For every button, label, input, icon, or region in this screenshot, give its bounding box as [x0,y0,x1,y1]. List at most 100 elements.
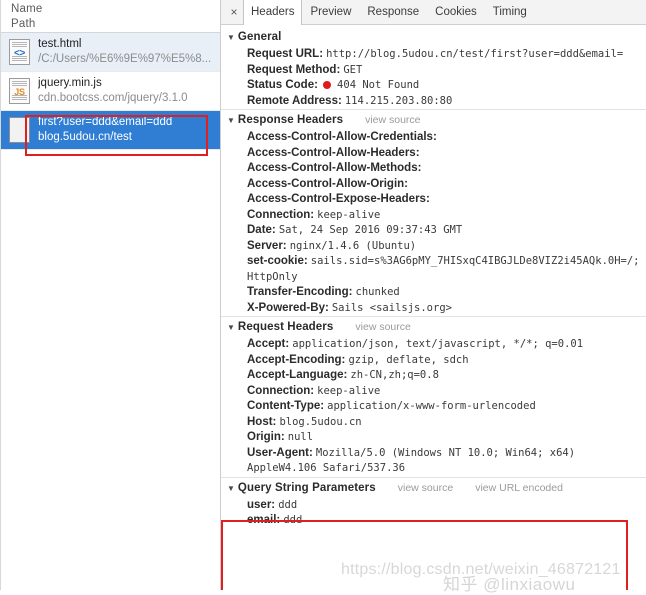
header-value: application/json, text/javascript, */*; … [292,338,584,350]
header-value: zh-CN,zh;q=0.8 [350,369,439,381]
column-header-path: Path [11,18,36,30]
request-path: blog.5udou.cn/test [38,131,132,143]
header-row: Content-Type: application/x-www-form-url… [221,399,646,415]
js-file-icon: JS [9,78,30,104]
header-key: Status Code: [247,79,318,91]
tab-response[interactable]: Response [359,0,427,24]
header-row: Host: blog.5udou.cn [221,415,646,431]
header-key: Host: [247,415,277,428]
header-key: Access-Control-Allow-Credentials: [247,131,437,143]
section-header-query-string-parameters[interactable]: ▼ Query String Parameters view source vi… [221,476,646,498]
html-file-icon: <> [9,39,30,65]
header-row: Origin: null [221,430,646,446]
detail-tabstrip: × Headers Preview Response Cookies Timin… [221,0,646,25]
header-row: Access-Control-Allow-Origin: [221,177,646,193]
query-param-value: ddd [283,514,303,526]
headers-content: ▼ General Request URL: http://blog.5udou… [221,25,646,529]
header-key: Server: [247,239,287,252]
annotation-box-query-string-parameters [221,520,628,590]
request-name: first?user=ddd&email=ddd [38,116,173,128]
section-title: Response Headers [237,114,344,126]
header-row: Access-Control-Allow-Credentials: [221,130,646,146]
header-key: X-Powered-By: [247,301,329,314]
header-value: keep-alive [317,384,381,397]
request-row-first-selected[interactable]: first?user=ddd&email=ddd blog.5udou.cn/t… [1,111,220,150]
request-name: test.html [38,38,82,50]
header-key: Transfer-Encoding: [247,286,353,298]
query-param-value: ddd [278,498,298,511]
header-row: Request Method: GET [221,63,646,79]
header-row: Transfer-Encoding: chunked [221,285,646,301]
header-key: Accept-Language: [247,369,348,381]
header-value: 404 Not Found [337,79,420,91]
section-header-response-headers[interactable]: ▼ Response Headers view source [221,109,646,130]
tab-timing[interactable]: Timing [485,0,535,24]
header-value: Sails <sailsjs.org> [331,301,452,314]
header-row-set-cookie: set-cookie: sails.sid=s%3AG6pMY_7HISxqC4… [221,254,646,285]
query-param-row-user: user: ddd [221,498,646,514]
section-title: Query String Parameters [237,481,376,494]
request-name: jquery.min.js [38,77,102,89]
header-key: Connection: [247,384,315,397]
blank-file-icon [9,117,30,143]
header-row: Request URL: http://blog.5udou.cn/test/f… [221,47,646,63]
header-row: Date: Sat, 24 Sep 2016 09:37:43 GMT [221,223,646,239]
tab-headers[interactable]: Headers [243,0,303,25]
chevron-down-icon: ▼ [227,323,235,332]
request-row-test-html[interactable]: <> test.html /C:/Users/%E6%9E%97%E5%8... [1,33,220,72]
header-value: chunked [355,286,400,298]
header-key: Content-Type: [247,400,325,412]
request-path: /C:/Users/%E6%9E%97%E5%8... [38,53,212,65]
view-source-link[interactable]: view source [355,321,410,333]
header-value: keep-alive [317,208,381,221]
header-key: Request Method: [247,63,341,76]
header-value: GET [343,63,363,76]
header-value: http://blog.5udou.cn/test/first?user=ddd… [326,48,624,60]
header-key: Accept-Encoding: [247,353,346,366]
header-row: Server: nginx/1.4.6 (Ubuntu) [221,239,646,255]
header-key: Access-Control-Allow-Headers: [247,146,420,159]
header-value: 114.215.203.80:80 [344,94,453,107]
request-list-panel: Name Path <> test.html /C:/Users/%E6%9E%… [0,0,221,590]
header-key: Accept: [247,338,290,350]
close-icon[interactable]: × [225,0,243,24]
devtools-network-panel: Name Path <> test.html /C:/Users/%E6%9E%… [0,0,646,594]
header-row: Accept-Encoding: gzip, deflate, sdch [221,353,646,369]
header-value: gzip, deflate, sdch [348,353,469,366]
chevron-down-icon: ▼ [227,483,235,493]
view-source-link[interactable]: view source [365,114,420,126]
header-key: Connection: [247,208,315,221]
query-param-row-email: email: ddd [221,513,646,529]
header-value: null [287,431,314,443]
header-row: Access-Control-Expose-Headers: [221,192,646,208]
header-key: Access-Control-Expose-Headers: [247,193,430,205]
header-row: Connection: keep-alive [221,208,646,224]
header-key: Origin: [247,431,285,443]
header-row: X-Powered-By: Sails <sailsjs.org> [221,301,646,317]
header-row-status-code: Status Code: 404 Not Found [221,78,646,94]
header-key: Date: [247,224,276,236]
section-header-request-headers[interactable]: ▼ Request Headers view source [221,316,646,337]
query-param-key: email: [247,514,281,526]
view-url-encoded-link[interactable]: view URL encoded [475,482,563,494]
header-row: Accept-Language: zh-CN,zh;q=0.8 [221,368,646,384]
header-row: Accept: application/json, text/javascrip… [221,337,646,353]
header-row-user-agent: User-Agent: Mozilla/5.0 (Windows NT 10.0… [221,446,646,477]
section-title: General [237,31,282,43]
column-header-name: Name [11,3,43,15]
header-value: blog.5udou.cn [279,415,362,428]
tab-preview[interactable]: Preview [302,0,359,24]
header-key: User-Agent: [247,446,313,459]
header-row: Connection: keep-alive [221,384,646,400]
chevron-down-icon: ▼ [227,33,235,42]
view-source-link[interactable]: view source [398,482,453,494]
header-row: Access-Control-Allow-Headers: [221,146,646,162]
section-header-general[interactable]: ▼ General [221,25,646,47]
header-key: Access-Control-Allow-Origin: [247,177,409,190]
query-param-key: user: [247,498,276,511]
status-error-icon [322,80,331,89]
request-row-jquery-min-js[interactable]: JS jquery.min.js cdn.bootcss.com/jquery/… [1,72,220,111]
header-key: Remote Address: [247,94,342,107]
header-key: set-cookie: [247,255,308,267]
tab-cookies[interactable]: Cookies [427,0,485,24]
